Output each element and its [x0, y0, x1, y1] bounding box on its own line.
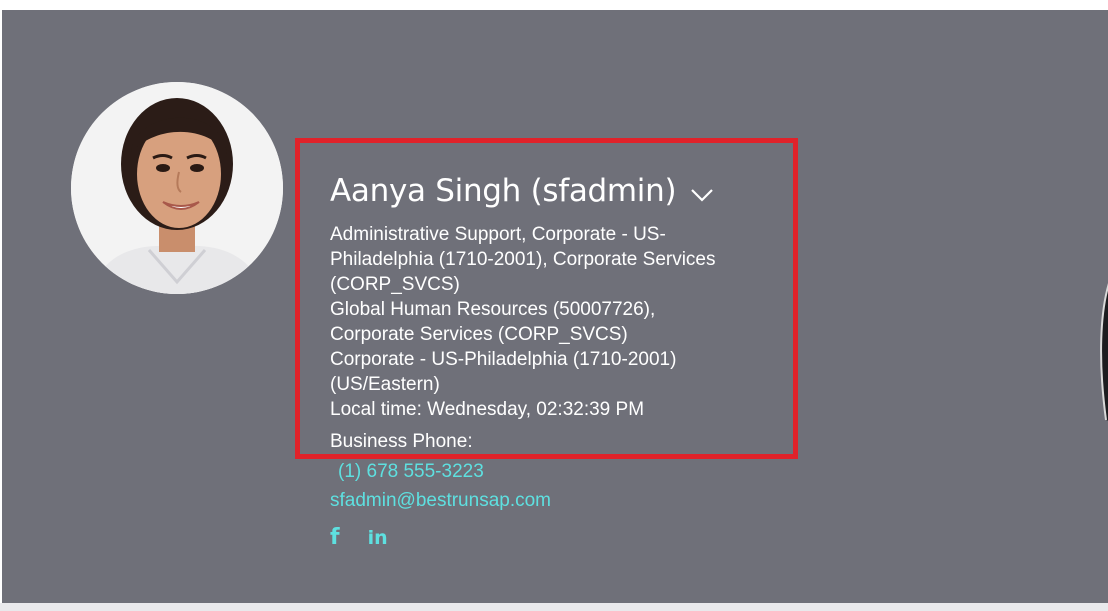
social-links: f in [330, 527, 388, 549]
detail-line: Corporate Services (CORP_SVCS) [330, 324, 628, 345]
profile-page: Aanya Singh (sfadmin) Administrative Sup… [0, 0, 1108, 611]
avatar-photo [71, 82, 283, 294]
linkedin-icon[interactable]: in [368, 528, 388, 548]
detail-line: Corporate - US-Philadelphia (1710-2001) [330, 349, 677, 370]
profile-name-menu[interactable]: Aanya Singh (sfadmin) [330, 168, 714, 214]
business-phone-link[interactable]: (1) 678 555-3223 [338, 459, 484, 484]
bottom-strip [0, 603, 1108, 611]
email-link[interactable]: sfadmin@bestrunsap.com [330, 488, 551, 513]
detail-line: (US/Eastern) [330, 374, 440, 395]
detail-line: Global Human Resources (50007726), [330, 299, 656, 320]
decorative-shape [1100, 283, 1108, 421]
business-phone-label: Business Phone: [330, 431, 473, 452]
chevron-down-icon[interactable] [690, 187, 714, 203]
local-time: Local time: Wednesday, 02:32:39 PM [330, 399, 645, 420]
profile-name[interactable]: Aanya Singh (sfadmin) [330, 173, 677, 209]
detail-line: (CORP_SVCS) [330, 274, 460, 295]
detail-line: Philadelphia (1710-2001), Corporate Serv… [330, 249, 716, 270]
facebook-icon[interactable]: f [330, 527, 340, 549]
profile-details: Administrative Support, Corporate - US- … [330, 222, 770, 422]
detail-line: Administrative Support, Corporate - US- [330, 224, 666, 245]
avatar[interactable] [71, 82, 283, 294]
